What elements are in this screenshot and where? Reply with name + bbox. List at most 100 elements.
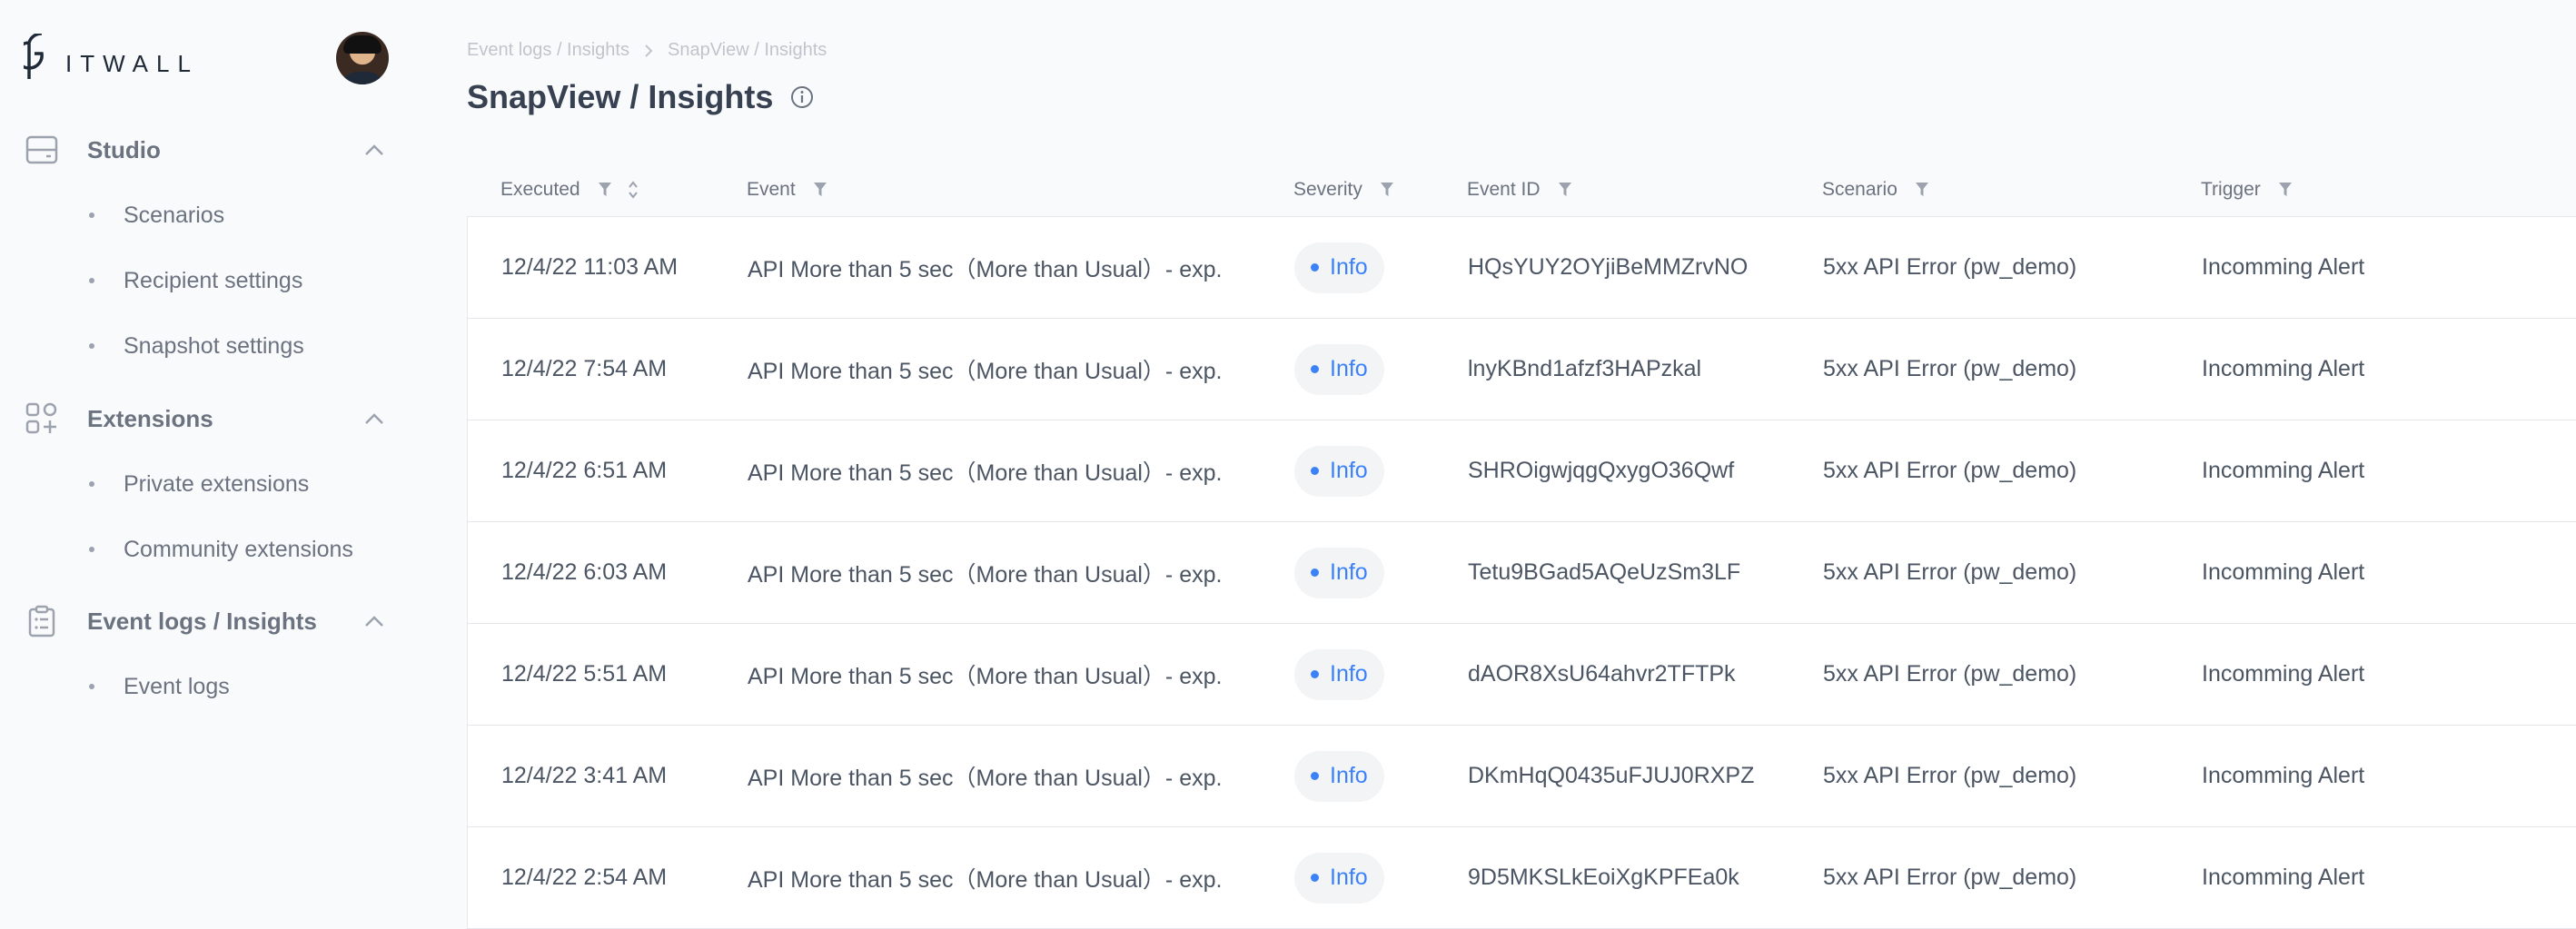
chevron-up-icon[interactable] (362, 137, 387, 163)
events-table: 12/4/22 11:03 AM API More than 5 sec（Mor… (467, 216, 2576, 929)
cell-event-id: Tetu9BGad5AQeUzSm3LF (1468, 559, 1741, 585)
status-dot (1311, 568, 1319, 577)
column-label: Event (747, 179, 796, 200)
severity-label: Info (1330, 458, 1368, 483)
breadcrumb-item-current: SnapView / Insights (667, 40, 827, 60)
table-row[interactable]: 12/4/22 3:41 AM API More than 5 sec（More… (468, 726, 2576, 827)
severity-badge: Info (1294, 242, 1384, 293)
sort-icon[interactable] (626, 180, 640, 200)
table-row[interactable]: 12/4/22 5:51 AM API More than 5 sec（More… (468, 624, 2576, 726)
cell-event-id: 9D5MKSLkEoiXgKPFEa0k (1468, 865, 1739, 890)
column-label: Scenario (1822, 179, 1897, 200)
cell-event-id: SHROigwjqgQxygO36Qwf (1468, 458, 1735, 483)
filter-icon[interactable] (597, 182, 613, 198)
cell-severity: Info (1294, 319, 1384, 420)
cell-event-id: dAOR8XsU64ahvr2TFTPk (1468, 661, 1736, 687)
cell-scenario: 5xx API Error (pw_demo) (1823, 559, 2077, 585)
cell-event: API More than 5 sec（More than Usual）- ex… (748, 561, 1223, 588)
info-icon[interactable] (789, 84, 815, 110)
severity-label: Info (1330, 559, 1368, 585)
column-header-executed: Executed (500, 169, 640, 211)
nav-header-extensions[interactable]: Extensions (0, 395, 418, 442)
table-row[interactable]: 12/4/22 6:03 AM API More than 5 sec（More… (468, 522, 2576, 624)
cell-event-id: HQsYUY2OYjiBeMMZrvNO (1468, 254, 1749, 280)
severity-label: Info (1330, 356, 1368, 381)
cell-scenario: 5xx API Error (pw_demo) (1823, 458, 2077, 483)
severity-label: Info (1330, 661, 1368, 687)
cell-trigger: Incomming Alert (2202, 458, 2365, 483)
filter-icon[interactable] (2277, 182, 2294, 198)
cell-executed: 12/4/22 5:51 AM (501, 661, 668, 687)
cell-severity: Info (1294, 624, 1384, 725)
column-header-trigger: Trigger (2201, 169, 2294, 211)
cell-event: API More than 5 sec（More than Usual）- ex… (748, 460, 1223, 486)
severity-badge: Info (1294, 445, 1384, 497)
column-header-severity: Severity (1293, 169, 1395, 211)
page-title: SnapView / Insights (467, 78, 774, 115)
nav-item-label: Private extensions (124, 470, 310, 497)
severity-badge: Info (1294, 648, 1384, 700)
bullet-dot (89, 684, 94, 689)
column-label: Executed (500, 179, 580, 200)
nav-item-private-extensions[interactable]: Private extensions (0, 451, 418, 517)
breadcrumb-item-event-logs[interactable]: Event logs / Insights (467, 40, 629, 61)
cell-event: API More than 5 sec（More than Usual）- ex… (748, 256, 1223, 282)
chevron-right-icon (644, 44, 653, 58)
table-row[interactable]: 12/4/22 2:54 AM API More than 5 sec（More… (468, 827, 2576, 929)
filter-icon[interactable] (1914, 182, 1930, 198)
cell-trigger: Incomming Alert (2202, 763, 2365, 788)
nav-item-recipient-settings[interactable]: Recipient settings (0, 248, 418, 313)
severity-label: Info (1330, 763, 1368, 788)
pitwall-logo[interactable]: ITWALL (24, 33, 199, 82)
cell-severity: Info (1294, 420, 1384, 521)
nav-item-community-extensions[interactable]: Community extensions (0, 517, 418, 582)
bullet-dot (89, 278, 94, 283)
chevron-up-icon[interactable] (362, 608, 387, 634)
column-header-scenario: Scenario (1822, 169, 1930, 211)
nav-item-label: Event logs (124, 673, 230, 699)
table-row[interactable]: 12/4/22 7:54 AM API More than 5 sec（More… (468, 319, 2576, 420)
nav-section-event-logs: Event logs / Insights Event logs (0, 598, 418, 719)
cell-executed: 12/4/22 3:41 AM (501, 763, 668, 788)
filter-icon[interactable] (812, 182, 828, 198)
column-label: Trigger (2201, 179, 2261, 200)
nav-item-label: Recipient settings (124, 267, 303, 293)
nav-header-label: Studio (87, 135, 161, 163)
nav-header-event-logs[interactable]: Event logs / Insights (0, 598, 418, 645)
nav-header-label: Extensions (87, 404, 213, 432)
filter-icon[interactable] (1557, 182, 1573, 198)
column-header-event: Event (747, 169, 828, 211)
status-dot (1311, 365, 1319, 373)
breadcrumb: Event logs / Insights SnapView / Insight… (467, 40, 827, 61)
cell-executed: 12/4/22 6:03 AM (501, 559, 668, 585)
severity-badge: Info (1294, 547, 1384, 598)
table-row[interactable]: 12/4/22 11:03 AM API More than 5 sec（Mor… (468, 217, 2576, 319)
cell-trigger: Incomming Alert (2202, 661, 2365, 687)
severity-label: Info (1330, 865, 1368, 890)
cell-severity: Info (1294, 827, 1384, 928)
nav-item-scenarios[interactable]: Scenarios (0, 183, 418, 248)
cell-event-id: lnyKBnd1afzf3HAPzkal (1468, 356, 1702, 381)
cell-event: API More than 5 sec（More than Usual）- ex… (748, 866, 1223, 893)
cell-event-id: DKmHqQ0435uFJUJ0RXPZ (1468, 763, 1755, 788)
nav-item-event-logs[interactable]: Event logs (0, 654, 418, 719)
nav-item-snapshot-settings[interactable]: Snapshot settings (0, 313, 418, 379)
cell-scenario: 5xx API Error (pw_demo) (1823, 865, 2077, 890)
cell-executed: 12/4/22 11:03 AM (501, 254, 679, 280)
chevron-up-icon[interactable] (362, 406, 387, 431)
nav-header-studio[interactable]: Studio (0, 126, 418, 173)
severity-badge: Info (1294, 343, 1384, 395)
severity-label: Info (1330, 254, 1368, 280)
cell-severity: Info (1294, 726, 1384, 826)
avatar[interactable] (336, 32, 389, 84)
cell-trigger: Incomming Alert (2202, 559, 2365, 585)
cell-severity: Info (1294, 522, 1384, 623)
bullet-dot (89, 343, 94, 349)
filter-icon[interactable] (1379, 182, 1395, 198)
cell-trigger: Incomming Alert (2202, 356, 2365, 381)
table-row[interactable]: 12/4/22 6:51 AM API More than 5 sec（More… (468, 420, 2576, 522)
cell-scenario: 5xx API Error (pw_demo) (1823, 661, 2077, 687)
cell-scenario: 5xx API Error (pw_demo) (1823, 254, 2077, 280)
column-label: Severity (1293, 179, 1362, 200)
bullet-dot (89, 547, 94, 552)
